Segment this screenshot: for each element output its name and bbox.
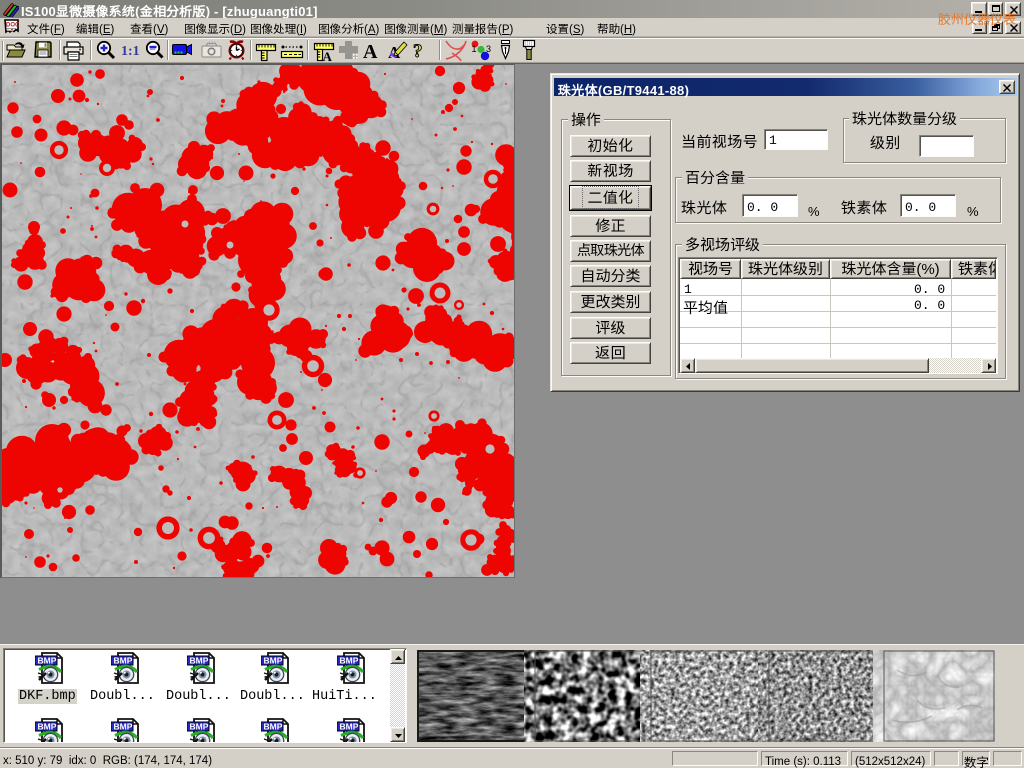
svg-text:A: A: [323, 49, 333, 63]
svg-text:1: 1: [472, 44, 477, 54]
svg-text:?: ?: [413, 41, 423, 62]
svg-text:A: A: [363, 41, 378, 63]
svg-text:1:1: 1:1: [121, 44, 140, 59]
svg-text:3: 3: [486, 44, 491, 54]
svg-text:DOC: DOC: [6, 23, 19, 29]
